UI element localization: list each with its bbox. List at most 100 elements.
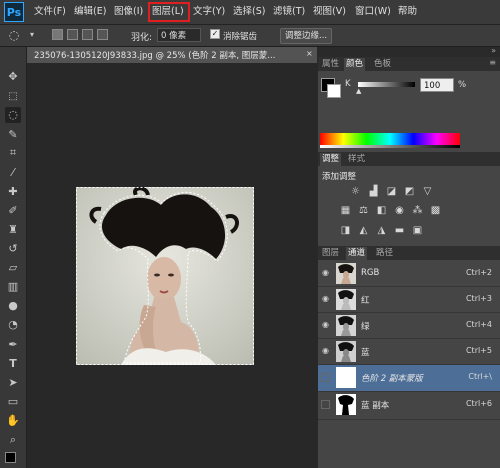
invert-icon[interactable]: ◨ <box>340 225 351 236</box>
path-selection-icon[interactable]: ➤ <box>5 375 21 391</box>
channel-name: 蓝 <box>361 348 370 358</box>
gradient-tool-icon[interactable]: ▥ <box>5 279 21 295</box>
menu-window[interactable]: 窗口(W) <box>355 5 391 19</box>
brush-tool-icon[interactable]: ✐ <box>5 203 21 219</box>
menu-image[interactable]: 图像(I) <box>114 5 143 19</box>
panel-menu-icon[interactable]: ≡ <box>489 58 496 67</box>
history-brush-icon[interactable]: ↺ <box>5 241 21 257</box>
curves-icon[interactable]: ◪ <box>386 186 397 197</box>
tab-swatches[interactable]: 色板 <box>372 58 393 71</box>
posterize-icon[interactable]: ◭ <box>358 225 369 236</box>
tools-panel: ✥ ⬚ ◌ ✎ ⌗ ⁄ ✚ ✐ ♜ ↺ ▱ ▥ ● ◔ ✒ T ➤ ▭ ✋ ⌕ <box>0 47 27 468</box>
channel-row-blue-copy[interactable]: 蓝 副本 Ctrl+6 <box>318 392 500 420</box>
move-tool-icon[interactable]: ✥ <box>5 69 21 85</box>
menu-type[interactable]: 文字(Y) <box>193 5 225 19</box>
intersect-selection-icon[interactable] <box>97 29 108 40</box>
vibrance-icon[interactable]: ▽ <box>422 186 433 197</box>
collapse-icon[interactable]: » <box>491 46 496 55</box>
hue-saturation-icon[interactable]: ▦ <box>340 205 351 216</box>
clone-stamp-icon[interactable]: ♜ <box>5 222 21 238</box>
blur-tool-icon[interactable]: ● <box>5 298 21 314</box>
black-white-icon[interactable]: ◧ <box>376 205 387 216</box>
gradient-map-icon[interactable]: ▬ <box>394 225 405 236</box>
channel-mixer-icon[interactable]: ⁂ <box>412 205 423 216</box>
lasso-tool-icon[interactable]: ◌ <box>6 27 22 43</box>
menu-bar: Ps 文件(F) 编辑(E) 图像(I) 图层(L) 文字(Y) 选择(S) 滤… <box>0 0 500 25</box>
levels-icon[interactable]: ▟ <box>368 186 379 197</box>
exposure-icon[interactable]: ◩ <box>404 186 415 197</box>
channel-shortcut: Ctrl+5 <box>465 346 492 355</box>
k-unit: % <box>458 80 467 90</box>
eraser-icon[interactable]: ▱ <box>5 260 21 276</box>
menu-edit[interactable]: 编辑(E) <box>74 5 106 19</box>
channel-thumbnail <box>336 315 356 336</box>
refine-edge-button[interactable]: 调整边缘... <box>280 28 333 44</box>
tab-paths[interactable]: 路径 <box>374 247 395 260</box>
eye-icon[interactable]: ◉ <box>321 346 330 355</box>
add-selection-icon[interactable] <box>67 29 78 40</box>
healing-brush-icon[interactable]: ✚ <box>5 184 21 200</box>
channel-row-green[interactable]: ◉ 绿 Ctrl+4 <box>318 313 500 339</box>
tab-channels[interactable]: 通道 <box>346 247 368 260</box>
tab-layers[interactable]: 图层 <box>320 247 341 260</box>
channel-shortcut: Ctrl+6 <box>465 399 492 408</box>
tab-styles[interactable]: 样式 <box>346 153 367 166</box>
document-image[interactable] <box>76 187 254 365</box>
pen-tool-icon[interactable]: ✒ <box>5 337 21 353</box>
eye-icon[interactable]: ◉ <box>321 320 330 329</box>
new-selection-icon[interactable] <box>52 29 63 40</box>
threshold-icon[interactable]: ◮ <box>376 225 387 236</box>
brightness-icon[interactable]: ☼ <box>350 186 361 197</box>
menu-file[interactable]: 文件(F) <box>34 5 66 19</box>
channel-shortcut: Ctrl+\ <box>468 372 492 381</box>
lasso-tool-icon[interactable]: ◌ <box>5 107 21 123</box>
chevron-down-icon[interactable]: ▾ <box>24 27 40 43</box>
document-tab-label: 235076-1305120J93833.jpg @ 25% (色阶 2 副本,… <box>34 51 276 61</box>
visibility-toggle[interactable] <box>321 400 330 409</box>
grayscale-ramp[interactable] <box>320 145 460 148</box>
color-spectrum[interactable] <box>320 133 460 145</box>
channel-name: RGB <box>361 268 380 278</box>
tab-adjustments[interactable]: 调整 <box>320 153 342 166</box>
menu-filter[interactable]: 滤镜(T) <box>273 5 305 19</box>
channel-row-rgb[interactable]: ◉ RGB Ctrl+2 <box>318 261 500 287</box>
dodge-tool-icon[interactable]: ◔ <box>5 317 21 333</box>
visibility-toggle[interactable] <box>321 373 330 382</box>
menu-help[interactable]: 帮助 <box>398 5 417 19</box>
subtract-selection-icon[interactable] <box>82 29 93 40</box>
color-balance-icon[interactable]: ⚖ <box>358 205 369 216</box>
channel-thumbnail <box>336 341 356 362</box>
foreground-color-swatch[interactable] <box>5 452 16 463</box>
quick-select-icon[interactable]: ✎ <box>5 127 21 143</box>
channel-name: 色阶 2 副本蒙版 <box>361 374 423 384</box>
eyedropper-icon[interactable]: ⁄ <box>5 165 21 181</box>
k-value-input[interactable]: 100 <box>420 78 454 92</box>
selective-color-icon[interactable]: ▣ <box>412 225 423 236</box>
k-slider[interactable] <box>358 82 415 87</box>
color-lookup-icon[interactable]: ▩ <box>430 205 441 216</box>
feather-input[interactable]: 0 像素 <box>157 28 201 42</box>
menu-view[interactable]: 视图(V) <box>313 5 346 19</box>
marquee-tool-icon[interactable]: ⬚ <box>5 89 21 105</box>
channel-row-red[interactable]: ◉ 红 Ctrl+3 <box>318 287 500 313</box>
channel-row-levels-mask[interactable]: 色阶 2 副本蒙版 Ctrl+\ <box>318 365 500 392</box>
shape-tool-icon[interactable]: ▭ <box>5 394 21 410</box>
k-slider-handle-icon[interactable]: ▲ <box>356 87 361 95</box>
antialias-checkbox[interactable]: ✓ <box>210 29 220 39</box>
crop-tool-icon[interactable]: ⌗ <box>5 145 21 161</box>
tab-properties[interactable]: 属性 <box>320 58 341 71</box>
eye-icon[interactable]: ◉ <box>321 294 330 303</box>
hand-tool-icon[interactable]: ✋ <box>5 413 21 429</box>
eye-icon[interactable]: ◉ <box>321 268 330 277</box>
panel-background-swatch[interactable] <box>327 84 341 98</box>
channel-name: 绿 <box>361 322 370 332</box>
photo-filter-icon[interactable]: ◉ <box>394 205 405 216</box>
adjust-panel-tabs: 调整 样式 <box>318 152 500 166</box>
menu-select[interactable]: 选择(S) <box>233 5 265 19</box>
tab-color[interactable]: 颜色 <box>344 58 366 71</box>
zoom-tool-icon[interactable]: ⌕ <box>5 432 21 448</box>
channel-row-blue[interactable]: ◉ 蓝 Ctrl+5 <box>318 339 500 365</box>
type-tool-icon[interactable]: T <box>5 356 21 372</box>
close-icon[interactable]: × <box>306 49 313 58</box>
channel-name: 蓝 副本 <box>361 401 390 411</box>
